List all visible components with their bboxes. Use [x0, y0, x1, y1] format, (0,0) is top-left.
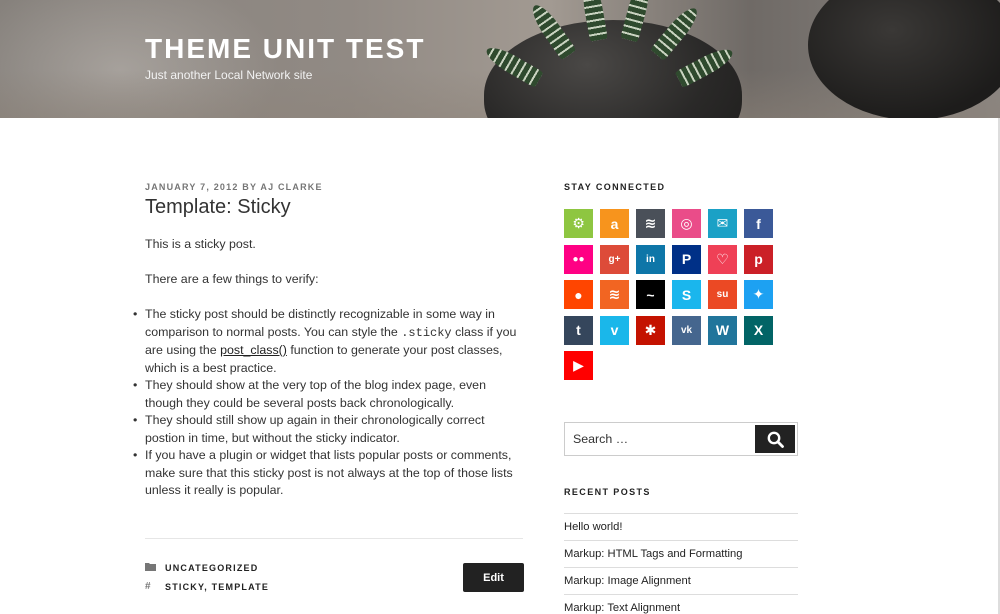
site-tagline: Just another Local Network site	[145, 68, 313, 82]
post-meta: JANUARY 7, 2012 BY AJ CLARKE	[145, 182, 323, 192]
reddit-icon: ●	[574, 286, 583, 303]
post-tags: # STICKY, TEMPLATE	[145, 581, 269, 592]
yelp-icon: ✱	[644, 321, 657, 338]
flickr-link[interactable]: ●●	[564, 244, 593, 274]
reddit-link[interactable]: ●	[564, 280, 593, 309]
facebook-link[interactable]: f	[744, 209, 773, 238]
xing-link[interactable]: X	[744, 315, 773, 345]
rss-link[interactable]: ≋	[600, 280, 629, 309]
post-by-label: BY	[242, 182, 257, 192]
folder-icon	[145, 562, 157, 574]
recent-post-link[interactable]: Markup: Text Alignment	[564, 594, 798, 614]
site-header: THEME UNIT TEST Just another Local Netwo…	[0, 0, 1000, 118]
search-icon	[767, 431, 784, 448]
twitter-icon: ✦	[752, 286, 765, 302]
stumbleupon-icon: su	[716, 289, 729, 300]
facebook-icon: f	[756, 215, 761, 232]
skype-link[interactable]: S	[672, 280, 701, 309]
steam-icon: ~	[646, 286, 655, 303]
buffer-link[interactable]: ≋	[636, 209, 665, 238]
linkedin-icon: in	[646, 253, 655, 265]
post-author[interactable]: AJ CLARKE	[260, 182, 322, 192]
list-item: The sticky post should be distinctly rec…	[133, 306, 525, 377]
flickr-icon: ●●	[572, 253, 585, 265]
skype-icon: S	[681, 286, 692, 303]
tumblr-link[interactable]: t	[564, 315, 593, 345]
email-icon: ✉	[716, 215, 729, 231]
vk-link[interactable]: vk	[672, 315, 701, 345]
recent-post-link[interactable]: Markup: Image Alignment	[564, 567, 798, 594]
search-input[interactable]	[565, 423, 755, 455]
twitter-link[interactable]: ✦	[744, 280, 773, 309]
steam-link[interactable]: ~	[636, 280, 665, 309]
pocket-icon: ♡	[716, 250, 729, 267]
inline-code: .sticky	[401, 325, 452, 340]
post-date[interactable]: JANUARY 7, 2012	[145, 182, 239, 192]
dribbble-link[interactable]: ◎	[672, 209, 701, 238]
site-title[interactable]: THEME UNIT TEST	[145, 33, 425, 65]
hashtag-icon: #	[145, 581, 152, 592]
post-bullet-list: The sticky post should be distinctly rec…	[133, 306, 525, 500]
wordpress-link[interactable]: W	[708, 315, 737, 345]
youtube-link[interactable]: ▶	[564, 351, 593, 380]
amazon-icon: a	[610, 215, 619, 232]
wordpress-icon: W	[715, 322, 730, 338]
search-form	[564, 422, 798, 456]
recent-posts-title: RECENT POSTS	[564, 487, 651, 497]
stumbleupon-link[interactable]: su	[708, 280, 737, 309]
yelp-link[interactable]: ✱	[636, 315, 665, 345]
post-paragraph: This is a sticky post.	[145, 237, 256, 251]
list-item: They should still show up again in their…	[133, 412, 525, 447]
vimeo-link[interactable]: v	[600, 315, 629, 345]
stay-connected-title: STAY CONNECTED	[564, 182, 666, 192]
post-categories: UNCATEGORIZED	[145, 562, 258, 574]
post-content: This is a sticky post. There are a few t…	[133, 236, 525, 500]
search-button[interactable]	[755, 425, 795, 453]
dribbble-icon: ◎	[680, 215, 693, 231]
buffer-icon: ≋	[644, 215, 657, 231]
list-item: If you have a plugin or widget that list…	[133, 447, 525, 500]
paypal-link[interactable]: P	[672, 244, 701, 274]
email-link[interactable]: ✉	[708, 209, 737, 238]
post-class-link[interactable]: post_class()	[220, 343, 287, 357]
youtube-icon: ▶	[573, 357, 584, 373]
recent-post-link[interactable]: Markup: HTML Tags and Formatting	[564, 540, 798, 567]
googleplus-link[interactable]: g+	[600, 244, 629, 274]
post-footer-divider	[145, 538, 523, 539]
vk-icon: vk	[680, 324, 693, 336]
post-title: Template: Sticky	[145, 196, 291, 218]
category-link[interactable]: UNCATEGORIZED	[165, 563, 258, 573]
edit-button[interactable]: Edit	[463, 563, 524, 592]
post-paragraph: There are a few things to verify:	[145, 272, 319, 286]
pinterest-icon: p	[754, 251, 763, 267]
android-icon: ⚙	[572, 215, 585, 231]
googleplus-icon: g+	[608, 253, 621, 265]
tag-links[interactable]: STICKY, TEMPLATE	[165, 582, 269, 592]
recent-post-link[interactable]: Hello world!	[564, 513, 798, 540]
recent-posts-list: Hello world! Markup: HTML Tags and Forma…	[564, 513, 798, 614]
pocket-link[interactable]: ♡	[708, 244, 737, 274]
vimeo-icon: v	[610, 322, 619, 338]
amazon-link[interactable]: a	[600, 209, 629, 238]
paypal-icon: P	[681, 251, 692, 267]
xing-icon: X	[753, 322, 764, 338]
tumblr-icon: t	[576, 322, 581, 338]
rss-icon: ≋	[608, 286, 621, 302]
linkedin-link[interactable]: in	[636, 244, 665, 274]
android-link[interactable]: ⚙	[564, 209, 593, 238]
list-item: They should show at the very top of the …	[133, 377, 525, 412]
pinterest-link[interactable]: p	[744, 244, 773, 274]
